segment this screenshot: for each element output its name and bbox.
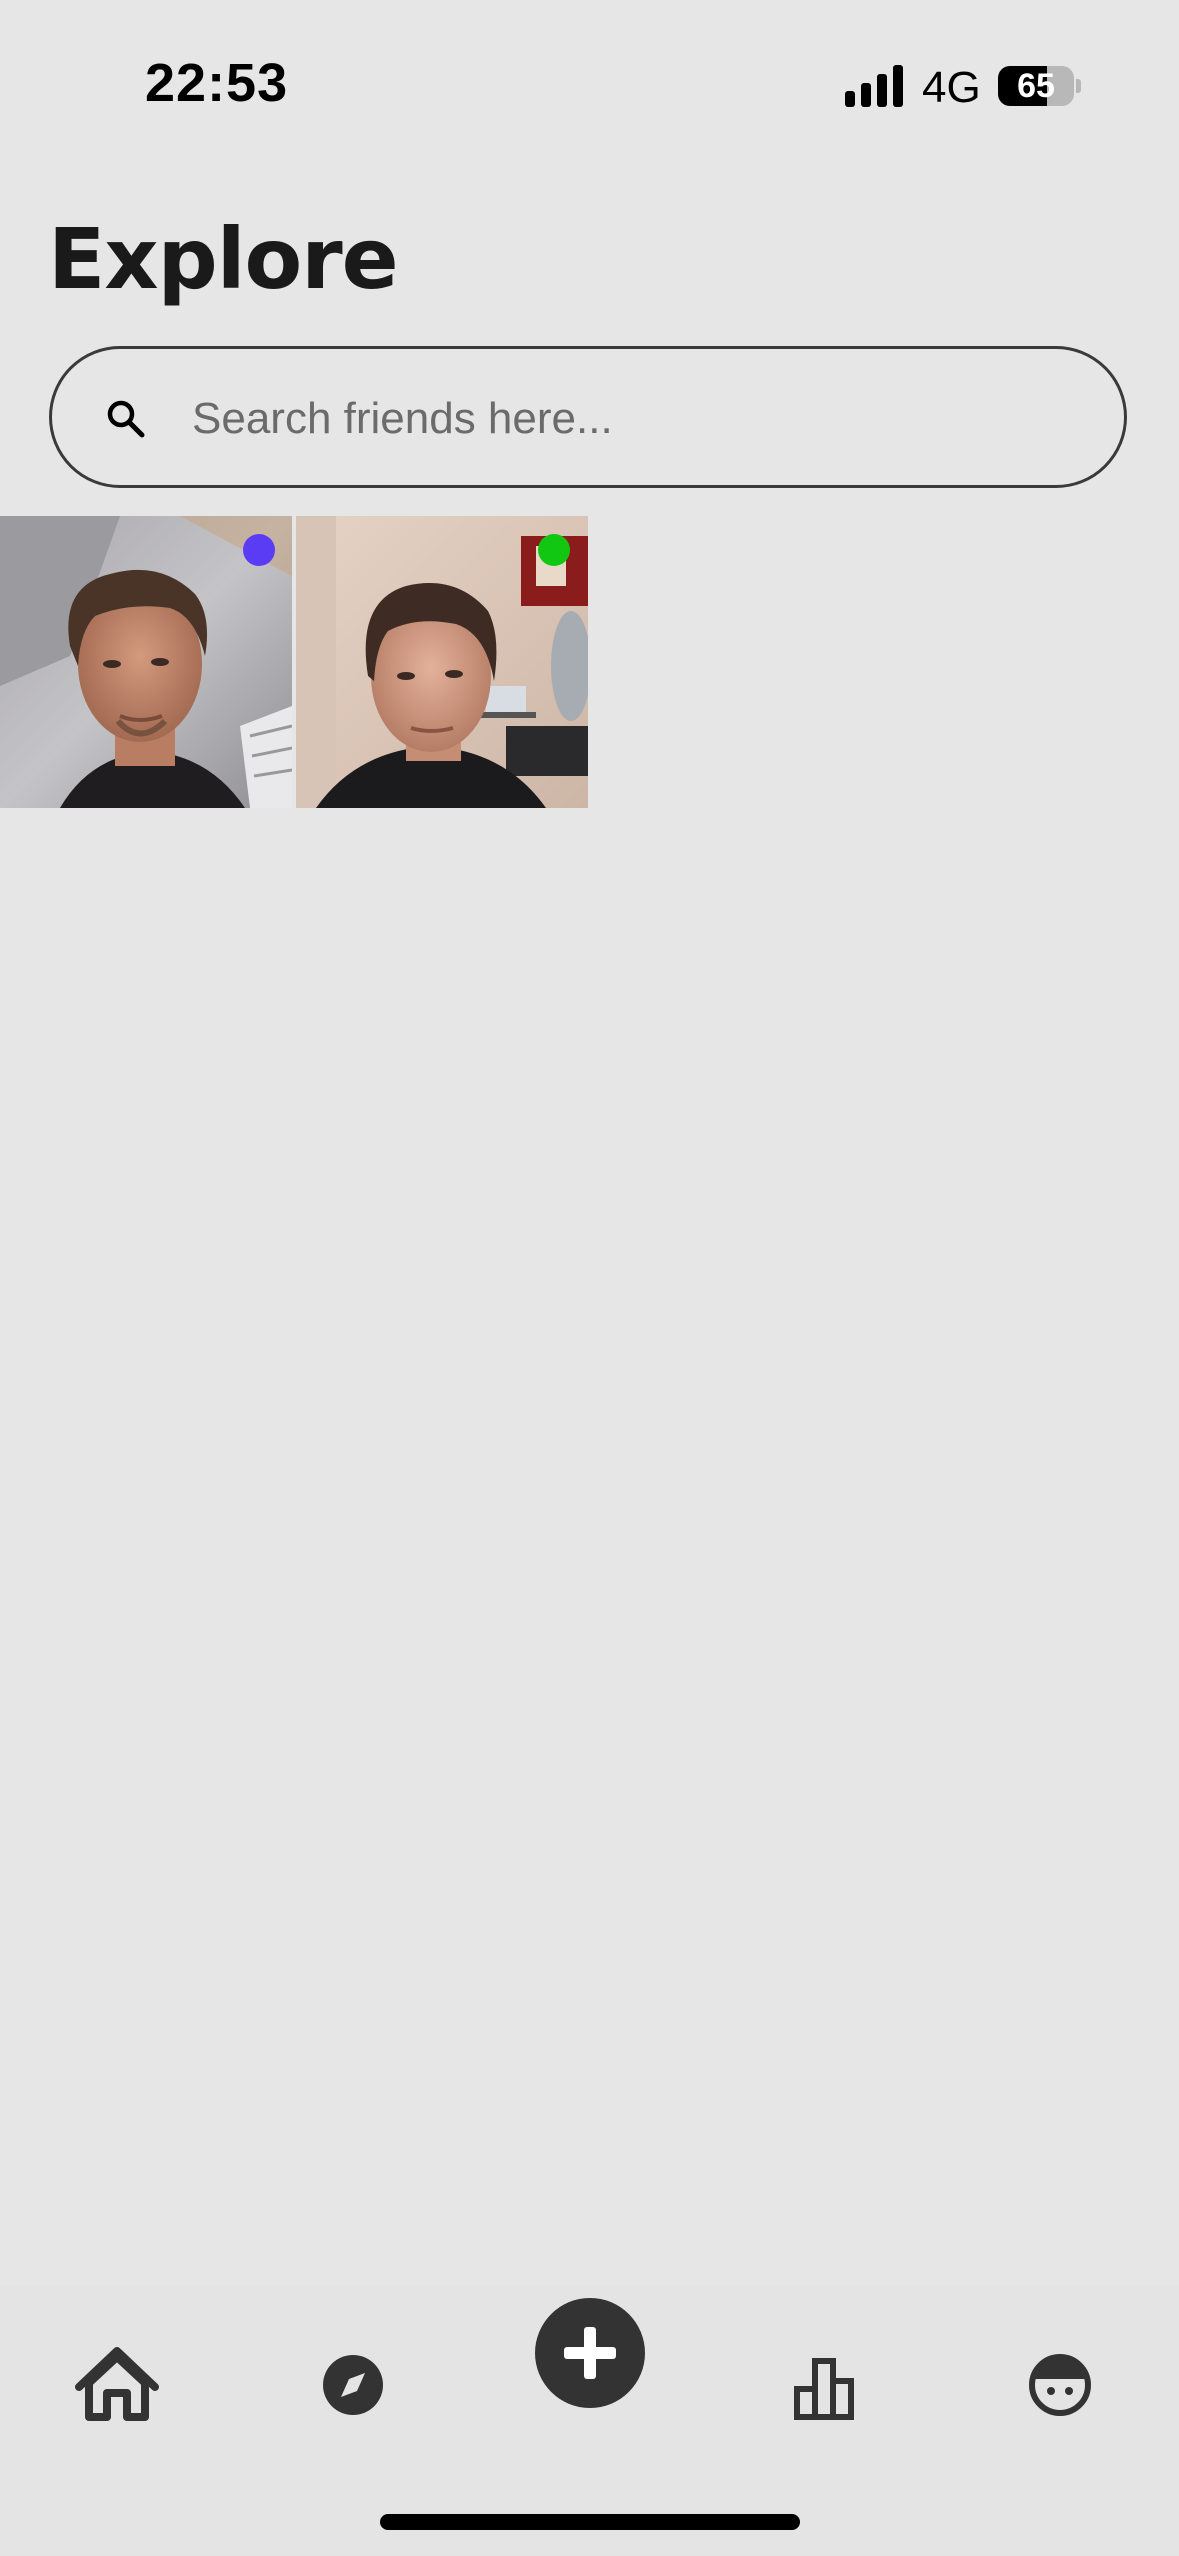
home-indicator <box>380 2514 800 2530</box>
page-title: Explore <box>48 210 399 308</box>
status-dot <box>243 534 275 566</box>
signal-bars-icon <box>845 65 903 107</box>
explore-screen: 22:53 4G 65 Explore <box>0 0 1179 2556</box>
search-bar[interactable] <box>49 346 1127 488</box>
home-icon <box>75 2347 159 2421</box>
nav-home-button[interactable] <box>67 2335 167 2435</box>
nav-explore-button[interactable] <box>303 2335 403 2435</box>
nav-profile-button[interactable] <box>1010 2335 1110 2435</box>
compass-icon <box>323 2355 383 2415</box>
battery-level: 65 <box>1017 67 1055 105</box>
friend-tile[interactable] <box>0 516 292 808</box>
battery-icon: 65 <box>998 66 1081 106</box>
avatar-face-icon <box>1029 2354 1091 2416</box>
bar-chart-icon <box>794 2358 854 2420</box>
search-icon <box>107 400 145 438</box>
friend-tile[interactable] <box>296 516 588 808</box>
battery-body: 65 <box>998 66 1074 106</box>
status-dot <box>538 534 570 566</box>
network-type: 4G <box>922 63 981 112</box>
nav-add-button[interactable] <box>534 2297 646 2409</box>
plus-icon <box>535 2298 645 2408</box>
status-time: 22:53 <box>145 53 289 113</box>
nav-stats-button[interactable] <box>775 2335 875 2435</box>
battery-tip <box>1076 79 1081 93</box>
search-input[interactable] <box>192 379 1072 459</box>
